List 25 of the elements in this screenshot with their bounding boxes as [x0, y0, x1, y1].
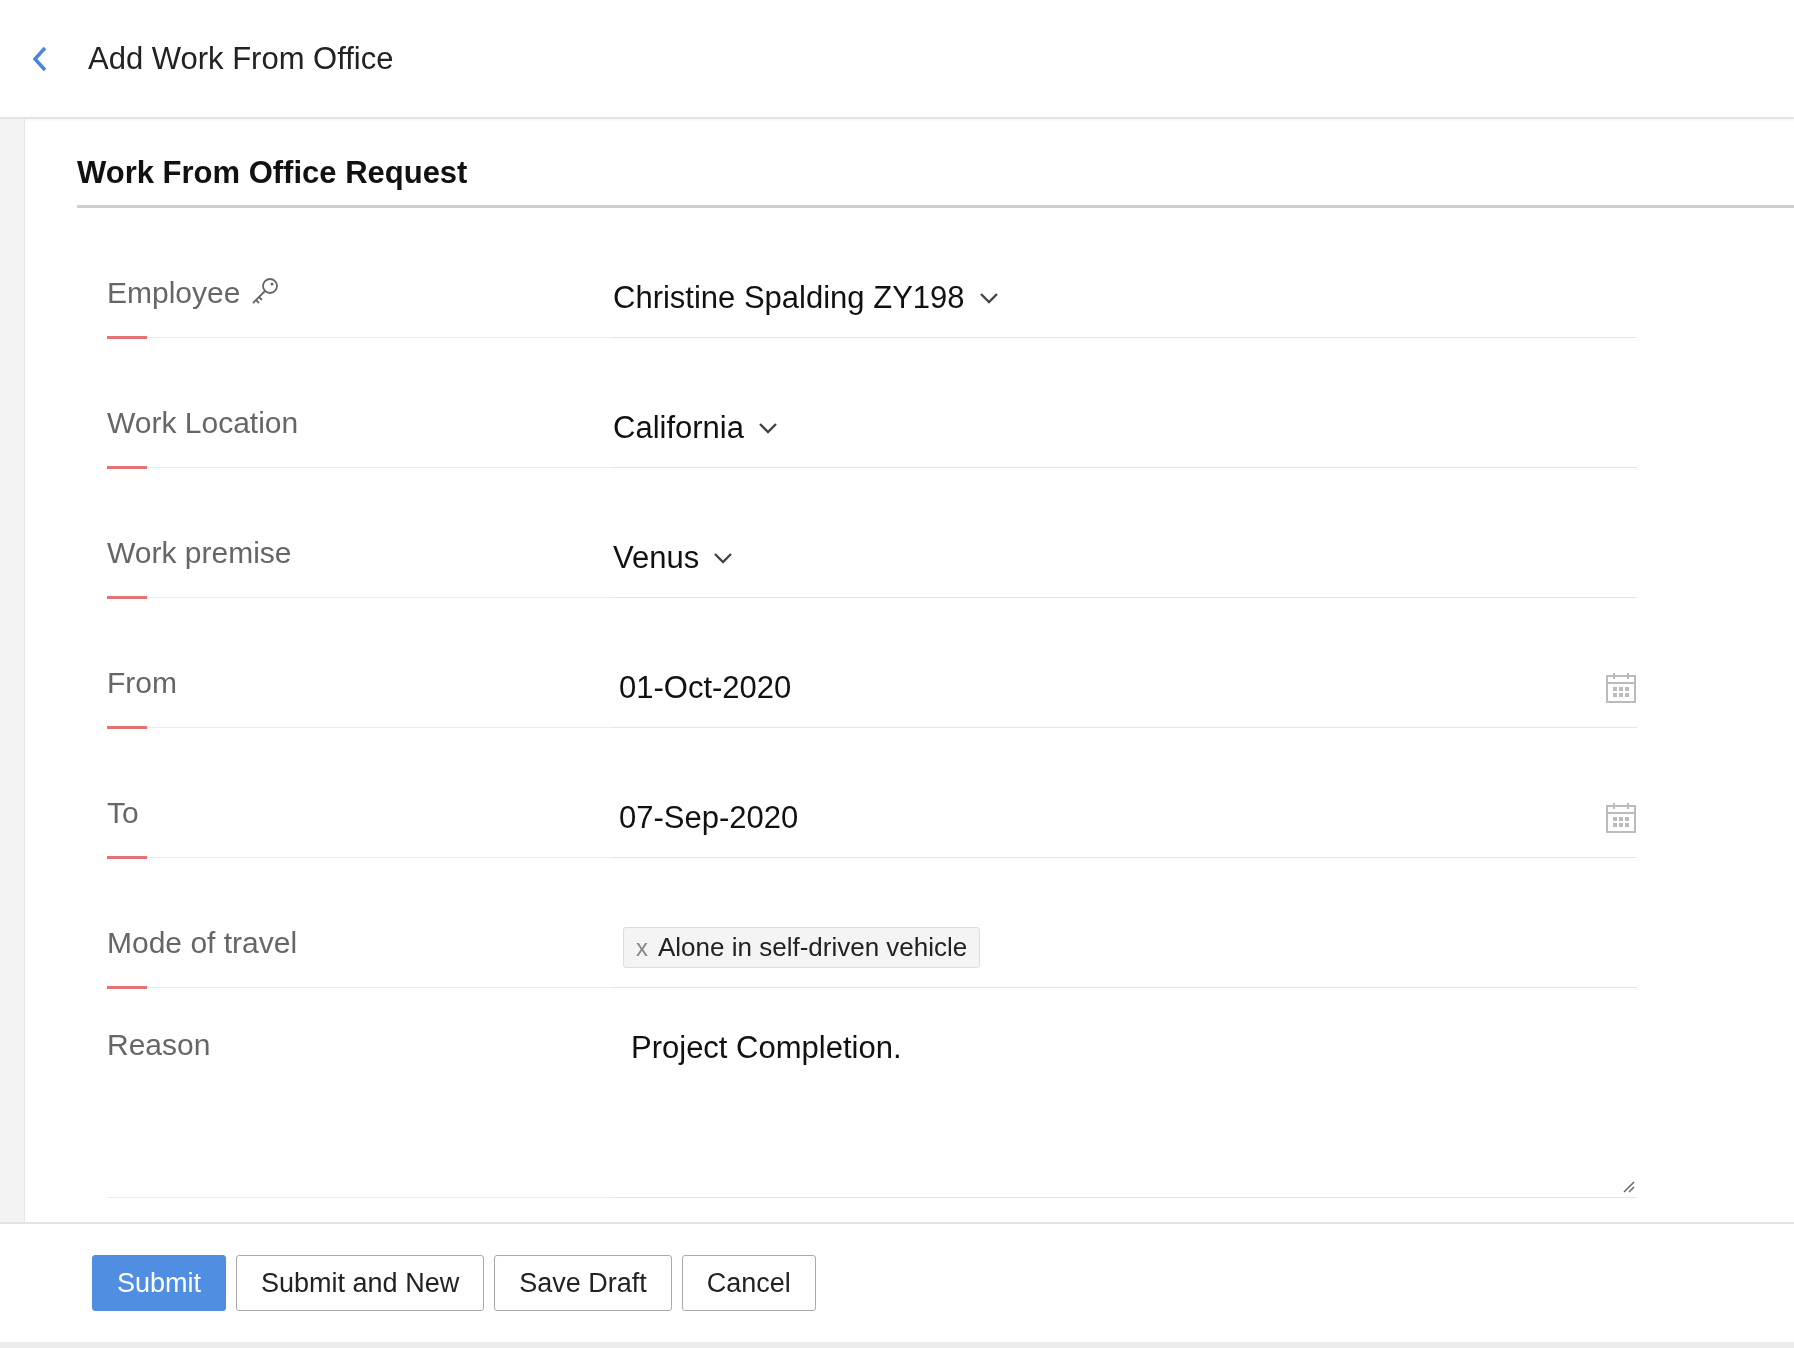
field-label: From [107, 666, 177, 700]
dropdown-field[interactable]: Christine Spalding ZY198 [613, 279, 999, 316]
page-title: Add Work From Office [88, 40, 394, 77]
field-label: Mode of travel [107, 926, 298, 960]
dropdown-field[interactable]: California [613, 409, 778, 446]
dropdown-field[interactable]: Venus [613, 539, 734, 576]
calendar-icon[interactable] [1605, 801, 1637, 834]
action-button[interactable]: Save Draft [494, 1255, 672, 1311]
field-label: Reason [107, 1028, 211, 1062]
field-label: To [107, 796, 139, 830]
date-field[interactable]: 01-Oct-2020 [619, 669, 792, 706]
tag-label: Alone in self-driven vehicle [658, 932, 968, 963]
chevron-down-icon [978, 291, 999, 304]
field-label: Employee [107, 276, 241, 310]
action-button[interactable]: Submit and New [236, 1255, 485, 1311]
field-label: Work premise [107, 536, 292, 570]
action-button[interactable]: Cancel [681, 1255, 816, 1311]
date-field[interactable]: 07-Sep-2020 [619, 799, 799, 836]
resize-handle-icon[interactable] [1621, 1179, 1635, 1193]
chevron-down-icon [713, 551, 734, 564]
reason-textarea[interactable]: Project Completion. [613, 1030, 1637, 1197]
chevron-down-icon [757, 421, 778, 434]
section-title: Work From Office Request [77, 155, 1794, 208]
field-label: Work Location [107, 406, 299, 440]
calendar-icon[interactable] [1605, 671, 1637, 704]
